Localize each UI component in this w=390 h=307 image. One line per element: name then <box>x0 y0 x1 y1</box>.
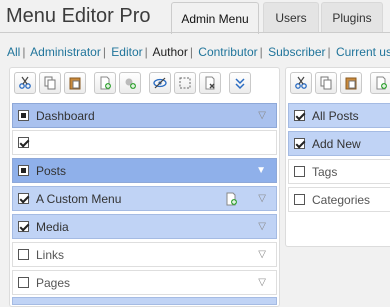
menu-item-links[interactable]: Links ▽ <box>12 242 277 267</box>
delete-icon <box>205 76 215 90</box>
cut-icon <box>295 76 307 89</box>
copy-button[interactable] <box>39 72 61 94</box>
new-menu-button[interactable] <box>94 72 116 94</box>
hide-button[interactable] <box>149 72 171 94</box>
new-page-icon <box>376 76 387 90</box>
item-checkbox[interactable] <box>294 166 305 177</box>
filter-author[interactable]: Author <box>152 45 187 59</box>
menu-item-label: A Custom Menu <box>36 191 122 206</box>
filter-contributor[interactable]: Contributor <box>198 45 257 59</box>
item-checkbox[interactable] <box>18 221 29 232</box>
submenu-item-label: Tags <box>312 164 338 179</box>
item-checkbox[interactable] <box>294 138 305 149</box>
copy-icon <box>320 76 332 90</box>
expand-arrow-icon[interactable]: ▽ <box>258 277 266 288</box>
menu-panel: Dashboard ▽ Posts ▼ A Custom Menu ▽ Medi… <box>9 67 280 307</box>
menu-separator[interactable] <box>12 130 277 155</box>
filter-editor[interactable]: Editor <box>111 45 142 59</box>
menu-item-label: Media <box>36 219 69 234</box>
expand-arrow-icon[interactable]: ▽ <box>258 249 266 260</box>
paste-icon <box>345 77 357 90</box>
item-checkbox[interactable] <box>18 249 29 260</box>
copy-button[interactable] <box>315 72 337 94</box>
submenu-panel: All Posts Add New Tags Categories <box>285 67 390 247</box>
menu-item-dashboard[interactable]: Dashboard ▽ <box>12 103 277 128</box>
menu-item-posts[interactable]: Posts ▼ <box>12 158 277 183</box>
role-filter: All | Administrator | Editor | Author | Cont… <box>7 45 390 59</box>
copy-icon <box>44 76 56 90</box>
new-separator-button[interactable] <box>119 72 141 94</box>
item-checkbox[interactable] <box>18 165 29 176</box>
submenu-toolbar <box>290 72 390 96</box>
expand-arrow-icon[interactable]: ▽ <box>258 110 266 121</box>
filter-current-user[interactable]: Current user <box>336 45 390 59</box>
menu-item-media[interactable]: Media ▽ <box>12 214 277 239</box>
submenu-item-all-posts[interactable]: All Posts <box>288 103 390 128</box>
menu-item-label: Pages <box>36 275 71 290</box>
new-page-icon <box>100 76 111 90</box>
hide-icon <box>153 77 167 89</box>
new-submenu-button[interactable] <box>370 72 390 94</box>
tab-admin-menu[interactable]: Admin Menu <box>171 2 259 34</box>
menu-item-pages[interactable]: Pages ▽ <box>12 270 277 295</box>
expand-icon <box>235 78 245 90</box>
submenu-item-label: Add New <box>312 136 361 151</box>
cut-icon <box>19 76 31 89</box>
item-checkbox[interactable] <box>18 137 29 148</box>
item-checkbox[interactable] <box>18 193 29 204</box>
submenu-item-add-new[interactable]: Add New <box>288 131 390 156</box>
paste-icon <box>69 77 81 90</box>
expand-all-button[interactable] <box>229 72 251 94</box>
filter-administrator[interactable]: Administrator <box>30 45 101 59</box>
menu-toolbar <box>14 72 254 96</box>
tab-plugins[interactable]: Plugins <box>321 2 383 33</box>
expand-arrow-icon[interactable]: ▼ <box>256 165 266 176</box>
paste-button[interactable] <box>64 72 86 94</box>
submenu-item-label: Categories <box>312 192 371 207</box>
menu-item-label: Dashboard <box>36 108 95 123</box>
item-checkbox[interactable] <box>18 110 29 121</box>
app-title: Menu Editor Pro <box>6 5 151 27</box>
item-checkbox[interactable] <box>18 277 29 288</box>
select-all-button[interactable] <box>174 72 196 94</box>
menu-item-label: Links <box>36 247 65 262</box>
delete-button[interactable] <box>199 72 221 94</box>
new-separator-icon <box>125 78 136 89</box>
item-checkbox[interactable] <box>294 194 305 205</box>
tab-users[interactable]: Users <box>263 2 319 33</box>
cut-button[interactable] <box>14 72 36 94</box>
expand-arrow-icon[interactable]: ▽ <box>258 221 266 232</box>
select-all-icon <box>179 77 191 89</box>
cut-button[interactable] <box>290 72 312 94</box>
submenu-item-categories[interactable]: Categories <box>288 187 390 212</box>
item-checkbox[interactable] <box>294 110 305 121</box>
new-page-icon <box>226 192 237 206</box>
tab-divider <box>0 32 390 33</box>
menu-item-label: Posts <box>36 163 67 178</box>
paste-button[interactable] <box>340 72 362 94</box>
menu-item-custom-menu[interactable]: A Custom Menu ▽ <box>12 186 277 211</box>
filter-subscriber[interactable]: Subscriber <box>268 45 325 59</box>
filter-all[interactable]: All <box>7 45 20 59</box>
expand-arrow-icon[interactable]: ▽ <box>258 193 266 204</box>
menu-item-next[interactable] <box>12 297 277 305</box>
submenu-item-tags[interactable]: Tags <box>288 159 390 184</box>
submenu-item-label: All Posts <box>312 108 359 123</box>
